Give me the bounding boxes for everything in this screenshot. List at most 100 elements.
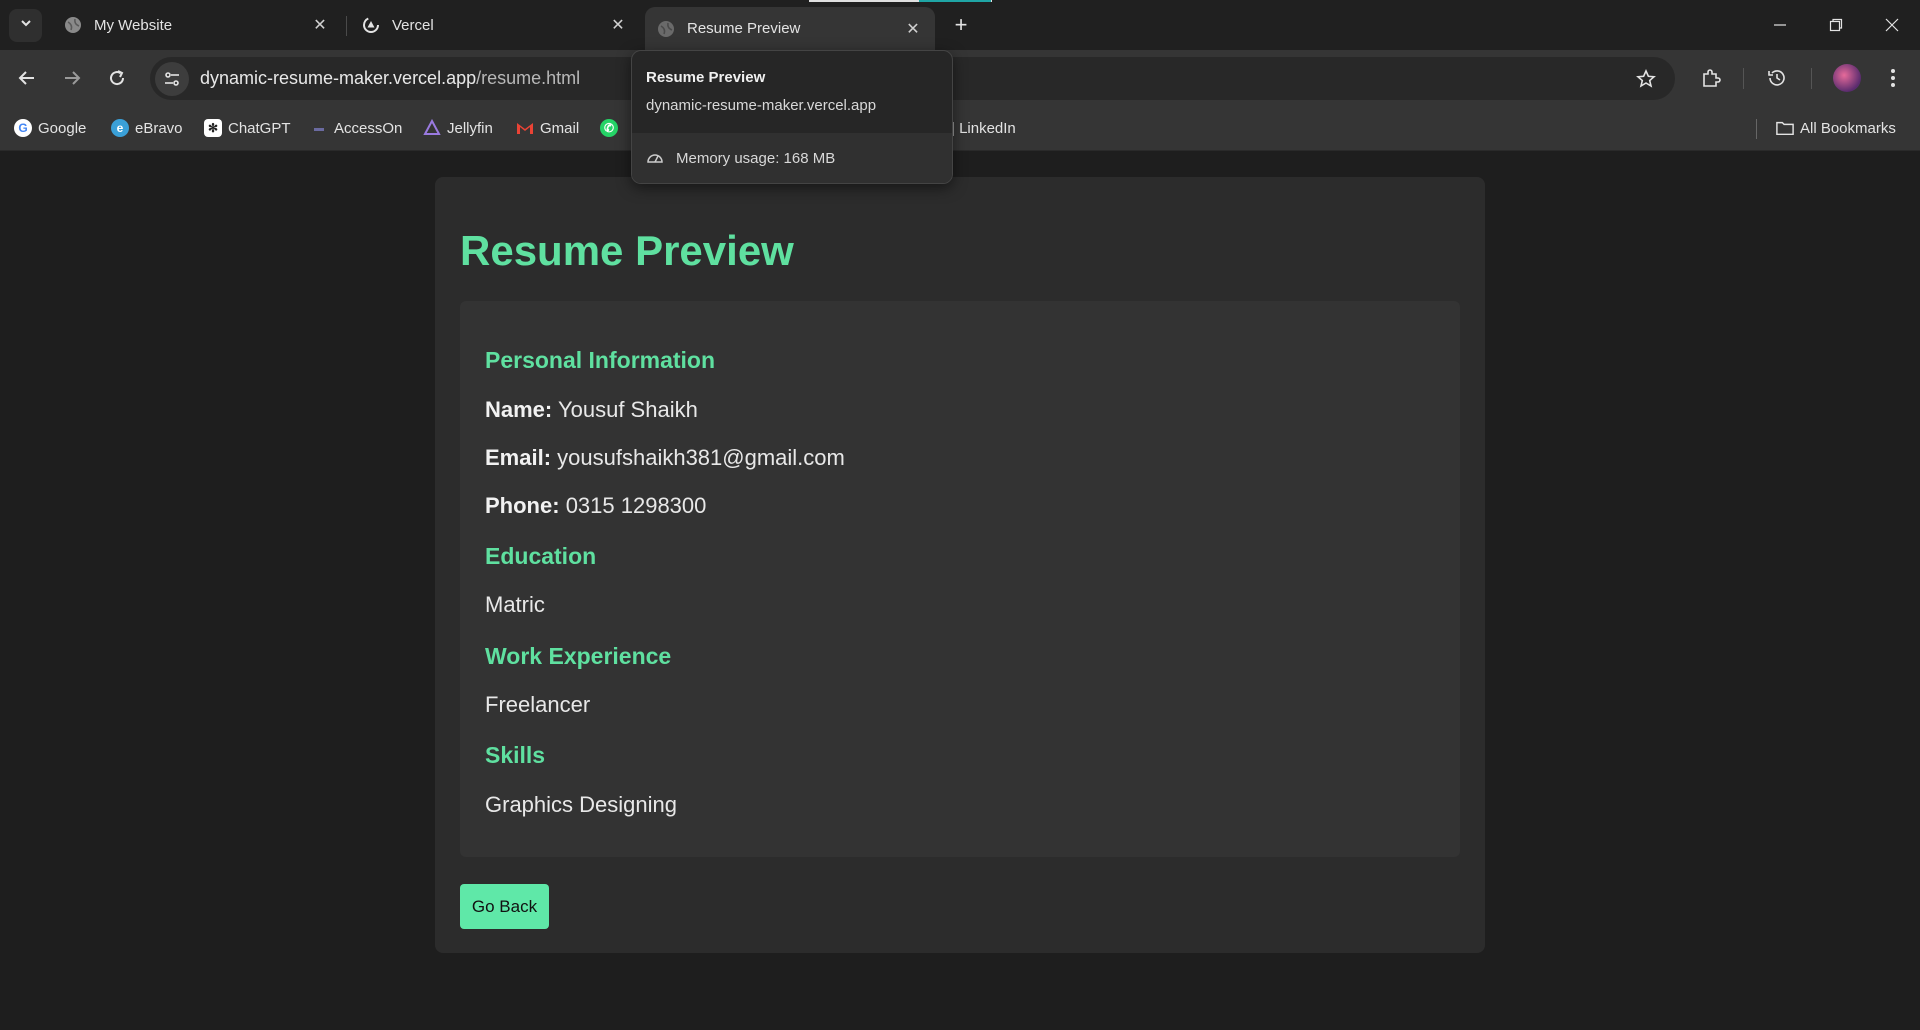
browser-toolbar: dynamic-resume-maker.vercel.app/resume.h… <box>0 50 1920 107</box>
google-icon: G <box>14 119 32 137</box>
restore-button[interactable] <box>1808 0 1864 50</box>
chevron-down-icon <box>19 16 33 35</box>
go-back-button[interactable]: Go Back <box>460 884 549 929</box>
reload-icon <box>110 70 125 86</box>
back-button[interactable] <box>10 61 44 95</box>
menu-button[interactable] <box>1876 61 1910 95</box>
tab-search-button[interactable] <box>9 9 42 42</box>
bookmark-label: ChatGPT <box>228 119 291 137</box>
bookmark-whatsapp[interactable]: ✆ <box>600 117 624 139</box>
name-value: Yousuf Shaikh <box>557 397 698 422</box>
work-value: Freelancer <box>485 692 591 717</box>
email-label: Email: <box>485 445 552 470</box>
tab-resume-preview[interactable]: Resume Preview ✕ <box>645 7 935 50</box>
skills-value: Graphics Designing <box>485 792 677 817</box>
tab-strip: My Website ✕ Vercel ✕ Resume Preview ✕ + <box>0 0 1920 50</box>
arrow-right-icon <box>65 71 81 85</box>
resume-card: Resume Preview Personal Information Name… <box>435 177 1485 953</box>
bookmark-label: Jellyfin <box>447 119 493 137</box>
loading-indicator-accent <box>919 0 991 2</box>
bookmark-label: eBravo <box>135 119 183 137</box>
phone-line: Phone: 0315 1298300 <box>485 493 706 519</box>
url-text[interactable]: dynamic-resume-maker.vercel.app/resume.h… <box>200 68 580 89</box>
bookmark-google[interactable]: G Google <box>14 117 86 139</box>
more-vert-icon <box>1891 69 1895 87</box>
bookmarks-bar: G Google e eBravo ✻ ChatGPT ▬ AccessOn J… <box>0 107 1920 151</box>
jellyfin-icon <box>423 119 441 137</box>
section-title-personal: Personal Information <box>485 347 716 373</box>
tab-title: Vercel <box>392 16 434 34</box>
hover-card-domain: dynamic-resume-maker.vercel.app <box>646 97 877 114</box>
star-icon <box>1636 69 1656 88</box>
page-title: Resume Preview <box>460 227 794 274</box>
tab-vercel[interactable]: Vercel ✕ <box>350 7 640 43</box>
accesson-icon: ▬ <box>314 122 324 134</box>
all-bookmarks-label: All Bookmarks <box>1800 119 1896 137</box>
history-icon <box>1768 70 1785 86</box>
close-icon <box>1885 18 1899 32</box>
toolbar-divider <box>1811 68 1812 89</box>
vercel-loading-icon <box>362 16 380 34</box>
section-title-work: Work Experience <box>485 643 672 669</box>
memory-icon <box>646 149 664 167</box>
tab-my-website[interactable]: My Website ✕ <box>52 7 342 43</box>
tab-title: My Website <box>94 16 173 34</box>
gmail-icon <box>516 119 534 137</box>
arrow-left-icon <box>18 71 34 85</box>
close-icon[interactable]: ✕ <box>608 15 628 35</box>
tab-hover-card: Resume Preview dynamic-resume-maker.verc… <box>631 50 953 184</box>
bookmark-accesson[interactable]: ▬ AccessOn <box>310 117 402 139</box>
whatsapp-icon: ✆ <box>600 119 618 137</box>
memory-usage-text: Memory usage: 168 MB <box>676 149 836 167</box>
bookmark-label: | LinkedIn <box>951 119 1016 137</box>
toolbar-divider <box>1743 68 1744 89</box>
extensions-button[interactable] <box>1694 61 1728 95</box>
hover-card-title: Resume Preview <box>646 69 766 86</box>
close-window-button[interactable] <box>1864 0 1920 50</box>
bookmark-label: Google <box>38 119 87 137</box>
name-line: Name: Yousuf Shaikh <box>485 397 698 423</box>
bookmark-chatgpt[interactable]: ✻ ChatGPT <box>204 117 291 139</box>
folder-icon <box>1776 119 1794 137</box>
hover-card-footer: Memory usage: 168 MB <box>632 133 952 183</box>
history-button[interactable] <box>1760 61 1794 95</box>
minimize-button[interactable] <box>1752 0 1808 50</box>
ebravo-icon: e <box>111 119 129 137</box>
puzzle-icon <box>1703 69 1721 87</box>
globe-icon <box>657 20 675 38</box>
tab-separator <box>346 16 347 36</box>
site-info-button[interactable] <box>155 61 189 96</box>
phone-label: Phone: <box>485 493 560 518</box>
minimize-icon <box>1774 24 1786 26</box>
section-title-education: Education <box>485 543 597 569</box>
education-value: Matric <box>485 592 545 617</box>
globe-icon <box>64 16 82 34</box>
window-controls <box>1752 0 1920 50</box>
bookmark-ebravo[interactable]: e eBravo <box>111 117 183 139</box>
bookmark-jellyfin[interactable]: Jellyfin <box>423 117 493 139</box>
email-line: Email: yousufshaikh381@gmail.com <box>485 445 845 471</box>
close-icon[interactable]: ✕ <box>310 15 330 35</box>
tune-icon <box>165 71 179 86</box>
phone-value: 0315 1298300 <box>565 493 707 518</box>
resume-content: Personal Information Name: Yousuf Shaikh… <box>460 301 1460 857</box>
section-title-skills: Skills <box>485 742 546 768</box>
bookmark-label: Gmail <box>540 119 580 137</box>
forward-button[interactable] <box>55 61 89 95</box>
email-value: yousufshaikh381@gmail.com <box>557 445 845 470</box>
reload-button[interactable] <box>100 61 134 95</box>
tab-title: Resume Preview <box>687 20 801 37</box>
name-label: Name: <box>485 397 553 422</box>
bookmark-label: AccessOn <box>334 119 403 137</box>
bookmark-gmail[interactable]: Gmail <box>516 117 579 139</box>
all-bookmarks-button[interactable]: All Bookmarks <box>1776 117 1896 139</box>
plus-icon: + <box>954 12 968 37</box>
avatar[interactable] <box>1833 64 1861 92</box>
close-icon[interactable]: ✕ <box>903 19 923 39</box>
new-tab-button[interactable]: + <box>948 12 974 38</box>
url-path: /resume.html <box>476 68 581 88</box>
page-viewport: Resume Preview Personal Information Name… <box>0 151 1920 1030</box>
chatgpt-icon: ✻ <box>204 119 222 137</box>
bookmark-star-button[interactable] <box>1633 66 1659 92</box>
bookmark-linkedin[interactable]: | LinkedIn <box>951 117 1016 139</box>
